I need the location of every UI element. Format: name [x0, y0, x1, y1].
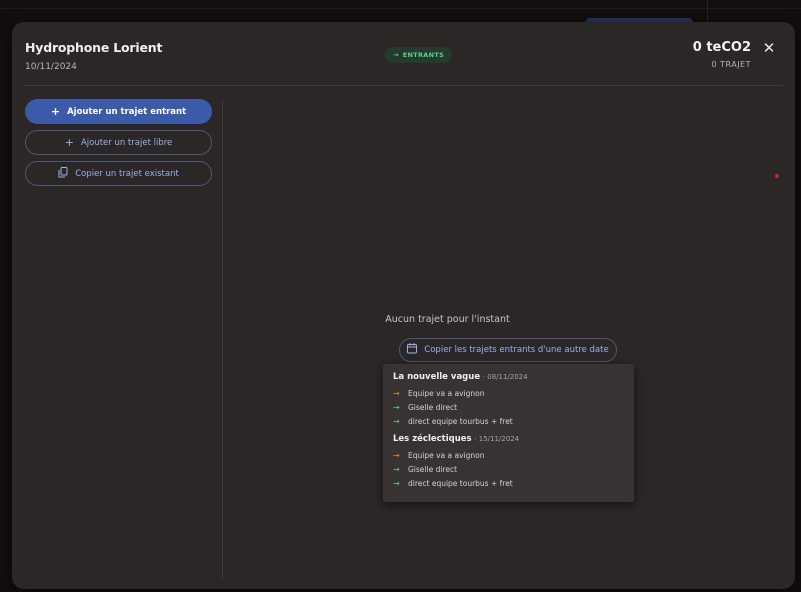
- group-date: · 15/11/2024: [474, 435, 520, 443]
- trip-option[interactable]: → Giselle direct: [393, 462, 624, 476]
- arrow-right-icon: →: [393, 402, 400, 412]
- add-incoming-trip-button[interactable]: + Ajouter un trajet entrant: [25, 99, 212, 124]
- add-free-trip-label: Ajouter un trajet libre: [80, 137, 173, 148]
- trip-option-label: Equipe va a avignon: [408, 450, 485, 460]
- trip-option-label: direct equipe tourbus + fret: [408, 478, 513, 488]
- arrow-right-icon: →: [393, 416, 400, 426]
- close-icon[interactable]: ✕: [761, 40, 777, 56]
- trip-option-label: Giselle direct: [408, 402, 458, 412]
- arrow-right-icon: →: [393, 388, 400, 398]
- dropdown-group: La nouvelle vague · 08/11/2024 → Equipe …: [393, 372, 624, 428]
- notification-dot: [775, 174, 779, 178]
- trip-option[interactable]: → Equipe va a avignon: [393, 386, 624, 400]
- group-name: La nouvelle vague: [393, 372, 481, 382]
- plus-icon: +: [50, 105, 61, 118]
- plus-icon: +: [64, 136, 74, 149]
- modal-date: 10/11/2024: [25, 62, 77, 72]
- background-divider: [0, 8, 801, 9]
- copy-existing-trip-label: Copier un trajet existant: [75, 168, 179, 179]
- total-emissions: 0 teCO2: [692, 40, 751, 55]
- calendar-copy-icon: [407, 343, 418, 357]
- add-free-trip-button[interactable]: + Ajouter un trajet libre: [25, 130, 212, 155]
- trip-option-label: direct equipe tourbus + fret: [408, 416, 513, 426]
- copy-existing-trip-button[interactable]: Copier un trajet existant: [25, 161, 212, 186]
- empty-state-text: Aucun trajet pour l'instant: [385, 314, 510, 325]
- sidebar-divider: [222, 100, 223, 578]
- group-name: Les zéclectiques: [393, 434, 472, 444]
- trip-option[interactable]: → direct equipe tourbus + fret: [393, 414, 624, 428]
- arrow-right-icon: →: [393, 51, 399, 59]
- trip-option[interactable]: → direct equipe tourbus + fret: [393, 476, 624, 490]
- copy-icon: [58, 167, 68, 180]
- trip-option-label: Equipe va a avignon: [408, 388, 485, 398]
- trip-count: 0 TRAJET: [711, 60, 751, 69]
- trip-option[interactable]: → Giselle direct: [393, 400, 624, 414]
- add-incoming-trip-label: Ajouter un trajet entrant: [67, 106, 187, 117]
- direction-badge-label: ENTRANTS: [402, 51, 445, 59]
- trip-option-label: Giselle direct: [408, 464, 458, 474]
- trip-option[interactable]: → Equipe va a avignon: [393, 448, 624, 462]
- dropdown-group: Les zéclectiques · 15/11/2024 → Equipe v…: [393, 434, 624, 490]
- background-divider-vertical: [707, 0, 708, 22]
- arrow-right-icon: →: [393, 450, 400, 460]
- copy-from-date-label: Copier les trajets entrants d'une autre …: [424, 345, 609, 355]
- modal-title: Hydrophone Lorient: [25, 40, 163, 55]
- journey-modal: Hydrophone Lorient 10/11/2024 → ENTRANTS…: [12, 22, 795, 589]
- arrow-right-icon: →: [393, 478, 400, 488]
- copy-from-date-button[interactable]: Copier les trajets entrants d'une autre …: [399, 338, 617, 362]
- group-header: Les zéclectiques · 15/11/2024: [393, 434, 624, 444]
- group-header: La nouvelle vague · 08/11/2024: [393, 372, 624, 382]
- direction-badge: → ENTRANTS: [385, 47, 453, 63]
- arrow-right-icon: →: [393, 464, 400, 474]
- header-divider: [24, 85, 783, 86]
- group-date: · 08/11/2024: [482, 373, 528, 381]
- copy-date-dropdown: La nouvelle vague · 08/11/2024 → Equipe …: [383, 364, 634, 502]
